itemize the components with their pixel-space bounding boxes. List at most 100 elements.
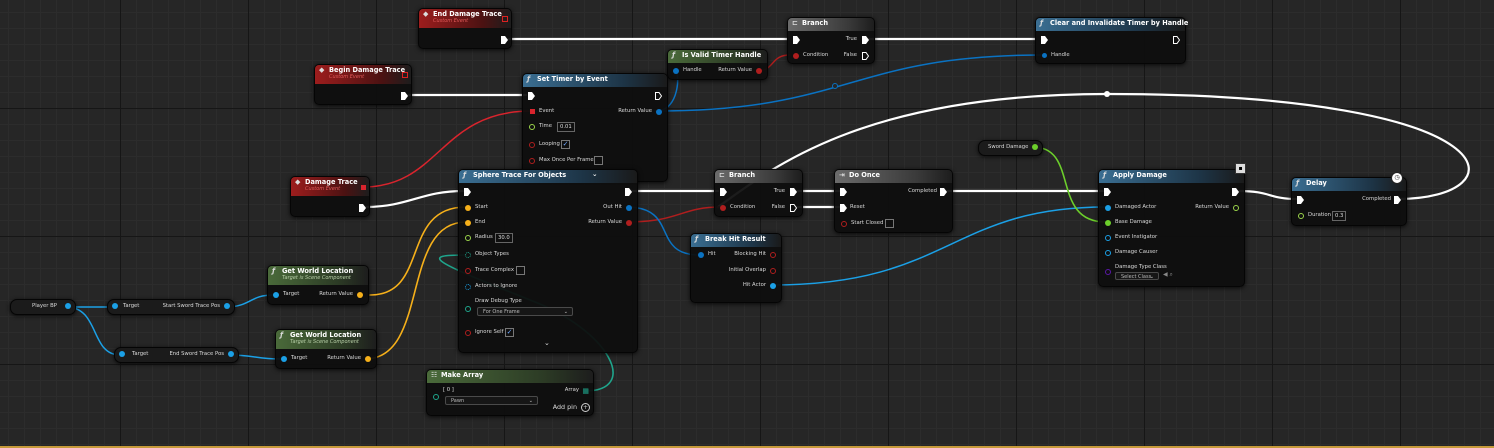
- get-world-location-node-1[interactable]: ƒ Get World Location Target is Scene Compo…: [267, 265, 369, 305]
- exec-out-pin[interactable]: [1232, 188, 1239, 196]
- exec-reset-pin[interactable]: [840, 204, 847, 212]
- variable-out-pin[interactable]: [1032, 144, 1038, 150]
- start-closed-pin[interactable]: [841, 221, 847, 227]
- add-pin-label[interactable]: Add pin: [553, 404, 577, 411]
- damage-trace-node[interactable]: ◆ Damage Trace Custom Event: [290, 176, 370, 217]
- damage-type-dropdown[interactable]: Select Class ⌄: [1115, 272, 1159, 280]
- ignore-self-pin[interactable]: [465, 330, 471, 336]
- exec-in-pin[interactable]: [840, 188, 847, 196]
- variable-out-pin[interactable]: [65, 303, 71, 309]
- time-value-input[interactable]: 0.01: [557, 122, 575, 132]
- handle-pin[interactable]: [673, 68, 679, 74]
- get-world-location-node-2[interactable]: ƒ Get World Location Target is Scene Compo…: [275, 329, 377, 369]
- exec-in-pin[interactable]: [720, 188, 727, 196]
- trace-complex-checkbox[interactable]: [516, 266, 525, 275]
- blueprint-graph-canvas[interactable]: ◆ End Damage Trace Custom Event ◆ Begin Dam…: [0, 0, 1494, 448]
- exec-in-pin[interactable]: [528, 92, 535, 100]
- trace-complex-pin[interactable]: [465, 268, 471, 274]
- max-once-pin[interactable]: [529, 158, 535, 164]
- actors-ignore-pin[interactable]: [465, 284, 471, 290]
- return-value-pin[interactable]: [626, 220, 632, 226]
- start-sword-trace-pos-getter[interactable]: Target Start Sword Trace Pos: [107, 299, 235, 315]
- array-element-pin[interactable]: [433, 394, 439, 400]
- variable-out-pin[interactable]: [228, 351, 234, 357]
- branch-node-top[interactable]: ⊏ Branch Condition True False: [787, 17, 875, 64]
- start-closed-checkbox[interactable]: [885, 219, 894, 228]
- end-sword-trace-pos-getter[interactable]: Target End Sword Trace Pos: [114, 347, 239, 363]
- condition-pin[interactable]: [793, 53, 799, 59]
- add-pin-icon[interactable]: +: [581, 403, 590, 412]
- variable-out-pin[interactable]: [224, 303, 230, 309]
- array-out-pin[interactable]: ▦: [582, 387, 589, 395]
- damage-causer-pin[interactable]: [1105, 250, 1111, 256]
- begin-damage-trace-node[interactable]: ◆ Begin Damage Trace Custom Event: [314, 64, 412, 105]
- exec-in-pin[interactable]: [1297, 196, 1304, 204]
- event-delegate-pin[interactable]: [530, 109, 535, 114]
- exec-out-pin[interactable]: [359, 204, 366, 212]
- return-value-pin[interactable]: [656, 109, 662, 115]
- player-bp-variable[interactable]: Player BP: [10, 299, 76, 315]
- make-array-node[interactable]: ☷ Make Array [ 0 ] Pawn ⌄ Array ▦ Add pin …: [426, 369, 594, 416]
- is-valid-timer-handle-node[interactable]: ƒ Is Valid Timer Handle Handle Return Val…: [667, 49, 768, 80]
- pawn-class-dropdown[interactable]: Pawn ⌄: [445, 396, 538, 405]
- target-pin[interactable]: [281, 356, 287, 362]
- end-pin[interactable]: [465, 220, 471, 226]
- sphere-trace-for-objects-node[interactable]: ƒ Sphere Trace For Objects ⌄ Start Out Hit…: [458, 169, 638, 353]
- return-value-pin[interactable]: [357, 292, 363, 298]
- do-once-node[interactable]: ⇥ Do Once Completed Reset Start Closed: [834, 169, 953, 233]
- branch-node-mid[interactable]: ⊏ Branch Condition True False: [714, 169, 803, 217]
- exec-false-pin[interactable]: [790, 204, 797, 212]
- exec-out-pin[interactable]: [625, 188, 632, 196]
- browse-icon[interactable]: ◀ ⌕: [1163, 271, 1173, 279]
- damaged-actor-pin[interactable]: [1105, 205, 1111, 211]
- delegate-pin-icon[interactable]: [361, 185, 366, 190]
- break-hit-result-node[interactable]: ƒ Break Hit Result Hit Blocking Hit Initi…: [690, 233, 782, 303]
- exec-true-pin[interactable]: [790, 188, 797, 196]
- exec-in-pin[interactable]: [464, 188, 471, 196]
- event-instigator-pin[interactable]: [1105, 235, 1111, 241]
- exec-in-pin[interactable]: [1041, 36, 1048, 44]
- return-value-pin[interactable]: [365, 356, 371, 362]
- blocking-hit-pin[interactable]: [770, 252, 776, 258]
- hit-actor-pin[interactable]: [770, 283, 776, 289]
- expand-chevron-icon[interactable]: ⌄: [592, 170, 598, 178]
- set-timer-by-event-node[interactable]: ƒ Set Timer by Event Event Return Value T…: [522, 73, 668, 182]
- delay-node[interactable]: ƒ Delay ◷ Completed Duration 0.3: [1291, 172, 1407, 226]
- exec-out-pin[interactable]: [1173, 36, 1180, 44]
- base-damage-pin[interactable]: [1105, 220, 1111, 226]
- exec-out-pin[interactable]: [501, 36, 508, 44]
- exec-false-pin[interactable]: [862, 52, 869, 60]
- return-value-pin[interactable]: [756, 68, 762, 74]
- target-pin[interactable]: [273, 292, 279, 298]
- draw-debug-pin[interactable]: [465, 306, 471, 312]
- exec-in-pin[interactable]: [793, 36, 800, 44]
- exec-completed-pin[interactable]: [940, 188, 947, 196]
- return-value-pin[interactable]: [1233, 205, 1239, 211]
- looping-checkbox[interactable]: ✓: [561, 140, 570, 149]
- draw-debug-dropdown[interactable]: For One Frame ⌄: [477, 307, 573, 316]
- initial-overlap-pin[interactable]: [770, 268, 776, 274]
- target-pin[interactable]: [112, 303, 118, 309]
- time-pin[interactable]: [529, 124, 535, 130]
- end-damage-trace-node[interactable]: ◆ End Damage Trace Custom Event: [418, 8, 512, 49]
- radius-value-input[interactable]: 30.0: [495, 233, 513, 243]
- radius-pin[interactable]: [465, 235, 471, 241]
- ignore-self-checkbox[interactable]: ✓: [505, 328, 514, 337]
- exec-true-pin[interactable]: [862, 36, 869, 44]
- apply-damage-node[interactable]: ƒ Apply Damage ▪ Damaged Actor Return Val…: [1098, 163, 1246, 287]
- exec-in-pin[interactable]: [1104, 188, 1111, 196]
- object-types-pin[interactable]: [465, 252, 471, 258]
- exec-completed-pin[interactable]: [1394, 196, 1401, 204]
- hit-pin[interactable]: [698, 252, 704, 258]
- duration-value-input[interactable]: 0.3: [1332, 211, 1347, 221]
- out-hit-pin[interactable]: [626, 205, 632, 211]
- delegate-pin-icon[interactable]: [502, 16, 508, 22]
- handle-pin[interactable]: [1042, 53, 1047, 58]
- duration-pin[interactable]: [1298, 213, 1304, 219]
- condition-pin[interactable]: [720, 205, 726, 211]
- exec-out-pin[interactable]: [655, 92, 662, 100]
- looping-pin[interactable]: [529, 142, 535, 148]
- sword-damage-variable[interactable]: Sword Damage: [978, 140, 1043, 156]
- target-pin[interactable]: [119, 351, 125, 357]
- delegate-pin-icon[interactable]: [402, 72, 408, 78]
